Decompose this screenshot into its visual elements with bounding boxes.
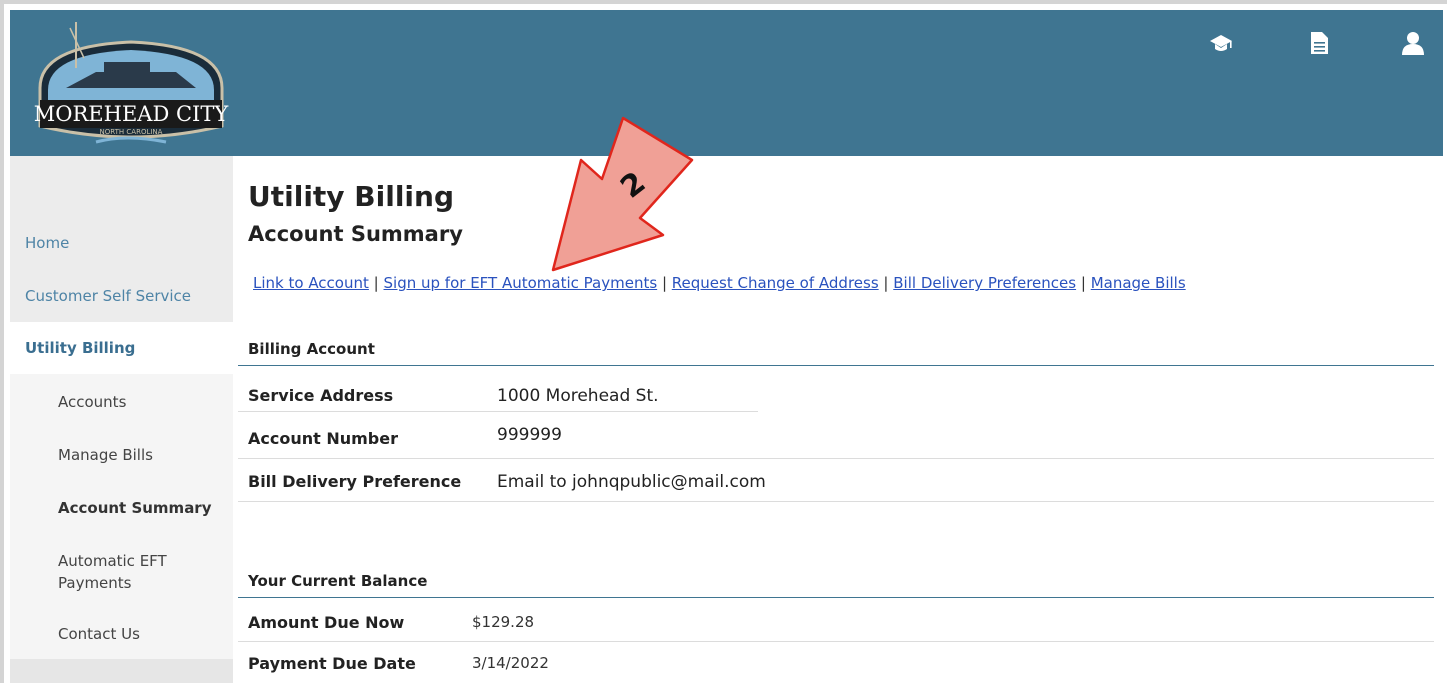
payment-due-date-value: 3/14/2022 xyxy=(472,654,549,672)
sidebar-item-label: Customer Self Service xyxy=(25,287,192,305)
sidebar-item-customer-self-service[interactable]: Customer Self Service xyxy=(10,270,233,322)
page-title: Utility Billing xyxy=(248,180,455,213)
manage-bills-link[interactable]: Manage Bills xyxy=(1091,274,1186,292)
row-divider xyxy=(238,641,1434,642)
site-header: MOREHEAD CITY NORTH CAROLINA xyxy=(10,10,1443,156)
annotation-arrow-icon: 2 xyxy=(551,116,694,272)
sidebar-subitem-contact-us[interactable]: Contact Us xyxy=(10,609,233,659)
sidebar-item-home[interactable]: Home xyxy=(10,217,233,269)
sidebar-subitem-manage-bills[interactable]: Manage Bills xyxy=(10,429,233,481)
service-address-label: Service Address xyxy=(248,386,394,405)
link-to-account-link[interactable]: Link to Account xyxy=(253,274,369,292)
bill-delivery-preference-value: Email to johnqpublic@mail.com xyxy=(497,472,766,492)
account-number-value: 999999 xyxy=(497,425,562,445)
sidebar-subitem-accounts[interactable]: Accounts xyxy=(10,374,233,429)
graduation-cap-icon[interactable] xyxy=(1208,30,1234,56)
sidebar-subitem-label: Manage Bills xyxy=(58,446,153,464)
sidebar-item-utility-billing[interactable]: Utility Billing xyxy=(10,322,233,374)
morehead-city-logo[interactable]: MOREHEAD CITY NORTH CAROLINA xyxy=(26,18,236,158)
row-divider xyxy=(238,411,758,412)
section-divider xyxy=(238,365,1434,366)
document-icon[interactable] xyxy=(1306,30,1332,56)
bill-delivery-preference-label: Bill Delivery Preference xyxy=(248,472,462,491)
link-separator: | xyxy=(1080,274,1086,292)
sidebar-subitem-account-summary[interactable]: Account Summary xyxy=(10,481,233,535)
sidebar-item-label: Home xyxy=(25,234,70,252)
billing-account-heading: Billing Account xyxy=(248,340,375,358)
bill-delivery-link[interactable]: Bill Delivery Preferences xyxy=(893,274,1076,292)
sidebar-subitem-automatic-eft-payments[interactable]: Automatic EFT Payments xyxy=(10,535,233,609)
link-separator: | xyxy=(373,274,379,292)
amount-due-value: $129.28 xyxy=(472,613,535,631)
sidebar-item-label: Utility Billing xyxy=(25,339,136,357)
current-balance-heading: Your Current Balance xyxy=(248,572,428,590)
row-divider xyxy=(238,501,1434,502)
user-icon[interactable] xyxy=(1400,30,1426,56)
row-divider xyxy=(238,458,1434,459)
sidebar-subitem-label: Contact Us xyxy=(58,625,140,643)
sidebar-subitem-label: Accounts xyxy=(58,392,127,411)
payment-due-date-label: Payment Due Date xyxy=(248,654,416,673)
section-divider xyxy=(238,597,1434,598)
amount-due-label: Amount Due Now xyxy=(248,613,405,632)
sidebar-nav: Home Customer Self Service Utility Billi… xyxy=(10,156,233,683)
sidebar-footer xyxy=(10,659,233,683)
account-links-bar: Link to Account | Sign up for EFT Automa… xyxy=(253,274,1186,292)
service-address-value: 1000 Morehead St. xyxy=(497,386,659,406)
svg-text:MOREHEAD CITY: MOREHEAD CITY xyxy=(34,102,230,126)
svg-text:NORTH CAROLINA: NORTH CAROLINA xyxy=(100,128,163,136)
account-number-label: Account Number xyxy=(248,429,398,448)
sidebar-subitem-label: Account Summary xyxy=(58,499,212,517)
link-separator: | xyxy=(883,274,889,292)
sidebar-subitem-label: Automatic EFT Payments xyxy=(58,552,167,592)
page-subtitle: Account Summary xyxy=(248,222,463,246)
